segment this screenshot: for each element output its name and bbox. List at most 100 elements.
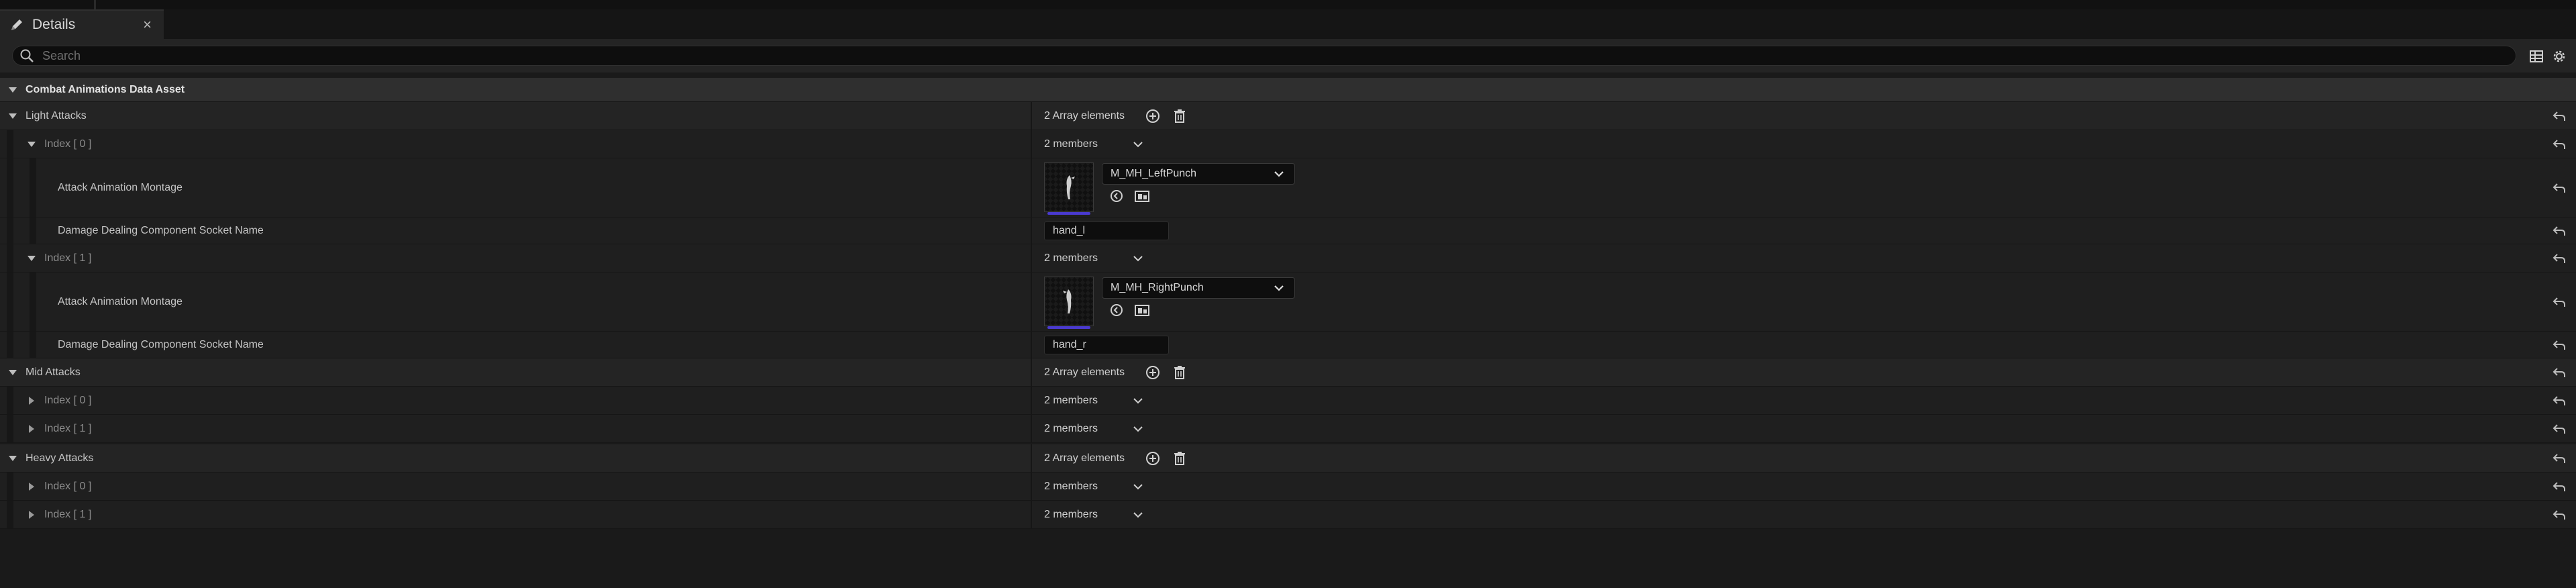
- search-bar: [0, 39, 2576, 72]
- asset-thumbnail[interactable]: [1044, 162, 1094, 215]
- members-count: 2 members: [1044, 252, 1098, 264]
- animation-figure-icon: [1066, 175, 1075, 199]
- socket-label: Damage Dealing Component Socket Name: [58, 224, 264, 236]
- chevron-down-icon[interactable]: [1133, 425, 1143, 433]
- expand-triangle-icon[interactable]: [27, 130, 36, 158]
- use-selected-button[interactable]: [1109, 302, 1125, 318]
- settings-button[interactable]: [2550, 47, 2569, 66]
- add-element-button[interactable]: [1145, 450, 1161, 467]
- clear-array-button[interactable]: [1172, 108, 1188, 124]
- clear-array-button[interactable]: [1172, 450, 1188, 467]
- use-selected-button[interactable]: [1109, 188, 1125, 204]
- reset-arrow-icon[interactable]: [2552, 415, 2567, 442]
- socket-row: Damage Dealing Component Socket Name han…: [0, 217, 2576, 244]
- top-strip: [0, 0, 2576, 9]
- reset-arrow-icon[interactable]: [2552, 473, 2567, 500]
- index-label: Index [ 0 ]: [44, 138, 92, 150]
- chevron-down-icon[interactable]: [1133, 511, 1143, 519]
- mid-index-1-row[interactable]: Index [ 1 ] 2 members: [0, 415, 2576, 443]
- heavy-attacks-row[interactable]: Heavy Attacks 2 Array elements: [0, 444, 2576, 473]
- category-header[interactable]: Combat Animations Data Asset: [0, 78, 2576, 102]
- column-divider: [1031, 244, 1032, 272]
- montage-row: Attack Animation Montage M_MH_LeftPunch: [0, 158, 2576, 217]
- socket-name-field[interactable]: hand_r: [1044, 336, 1169, 354]
- array-count: 2 Array elements: [1044, 366, 1125, 378]
- search-input[interactable]: [41, 48, 2459, 64]
- expand-triangle-icon[interactable]: [8, 444, 17, 472]
- trash-icon: [1174, 451, 1186, 465]
- asset-thumbnail[interactable]: [1044, 277, 1094, 329]
- indent-guide: [30, 158, 36, 217]
- socket-name-field[interactable]: hand_l: [1044, 222, 1169, 240]
- indent-guide: [7, 473, 13, 500]
- mid-index-0-row[interactable]: Index [ 0 ] 2 members: [0, 387, 2576, 415]
- indent-guide: [7, 501, 13, 528]
- expand-triangle-icon[interactable]: [8, 78, 17, 101]
- search-box[interactable]: [12, 46, 2516, 66]
- use-selected-icon: [1111, 304, 1123, 316]
- collapse-triangle-icon[interactable]: [27, 415, 36, 442]
- reset-arrow-icon[interactable]: [2552, 387, 2567, 414]
- reset-arrow-icon[interactable]: [2552, 130, 2567, 158]
- column-divider: [1031, 217, 1032, 244]
- reset-arrow-icon[interactable]: [2552, 273, 2567, 331]
- indent-guide: [30, 217, 36, 244]
- add-element-button[interactable]: [1145, 364, 1161, 381]
- montage-label: Attack Animation Montage: [58, 181, 183, 193]
- reset-arrow-icon[interactable]: [2552, 501, 2567, 528]
- index-label: Index [ 0 ]: [44, 394, 92, 406]
- asset-name: M_MH_RightPunch: [1111, 282, 1204, 293]
- column-divider: [1031, 273, 1032, 331]
- strip-notch: [94, 0, 96, 9]
- tab-details[interactable]: Details ×: [0, 9, 164, 39]
- add-element-button[interactable]: [1145, 108, 1161, 124]
- chevron-down-icon[interactable]: [1133, 254, 1143, 262]
- expand-triangle-icon[interactable]: [8, 102, 17, 130]
- asset-color-bar: [1047, 212, 1090, 215]
- browse-button[interactable]: [1134, 302, 1150, 318]
- browse-button[interactable]: [1134, 188, 1150, 204]
- mid-attacks-row[interactable]: Mid Attacks 2 Array elements: [0, 358, 2576, 387]
- reset-arrow-icon[interactable]: [2552, 244, 2567, 272]
- column-divider: [1031, 444, 1032, 472]
- collapse-triangle-icon[interactable]: [27, 501, 36, 528]
- reset-arrow-icon[interactable]: [2552, 358, 2567, 386]
- light-attacks-row[interactable]: Light Attacks 2 Array elements: [0, 102, 2576, 130]
- close-icon[interactable]: ×: [143, 16, 152, 34]
- asset-combo[interactable]: M_MH_RightPunch: [1102, 277, 1295, 299]
- reset-arrow-icon[interactable]: [2552, 444, 2567, 472]
- indent-guide: [30, 332, 36, 358]
- clear-array-button[interactable]: [1172, 364, 1188, 381]
- column-divider: [1031, 415, 1032, 442]
- reset-arrow-icon[interactable]: [2552, 158, 2567, 217]
- light-index-1-row[interactable]: Index [ 1 ] 2 members: [0, 244, 2576, 273]
- members-count: 2 members: [1044, 138, 1098, 150]
- light-index-0-row[interactable]: Index [ 0 ] 2 members: [0, 130, 2576, 158]
- chevron-down-icon[interactable]: [1133, 483, 1143, 491]
- index-label: Index [ 0 ]: [44, 480, 92, 492]
- column-divider: [1031, 130, 1032, 158]
- montage-row: Attack Animation Montage M_MH_RightPunch: [0, 273, 2576, 332]
- chevron-down-icon[interactable]: [1133, 140, 1143, 148]
- chevron-down-icon[interactable]: [1133, 397, 1143, 405]
- table-view-button[interactable]: [2527, 47, 2546, 66]
- table-view-icon: [2530, 50, 2543, 62]
- heavy-index-1-row[interactable]: Index [ 1 ] 2 members: [0, 501, 2576, 529]
- index-label: Index [ 1 ]: [44, 252, 92, 264]
- reset-arrow-icon[interactable]: [2552, 332, 2567, 358]
- indent-guide: [7, 130, 13, 158]
- asset-name: M_MH_LeftPunch: [1111, 168, 1197, 179]
- collapse-triangle-icon[interactable]: [27, 387, 36, 414]
- collapse-triangle-icon[interactable]: [27, 473, 36, 500]
- reset-arrow-icon[interactable]: [2552, 102, 2567, 130]
- column-divider: [1031, 358, 1032, 386]
- montage-label: Attack Animation Montage: [58, 295, 183, 307]
- mid-attacks-label: Mid Attacks: [25, 366, 81, 378]
- asset-combo[interactable]: M_MH_LeftPunch: [1102, 163, 1295, 185]
- trash-icon: [1174, 109, 1186, 123]
- use-selected-icon: [1111, 190, 1123, 202]
- reset-arrow-icon[interactable]: [2552, 217, 2567, 244]
- heavy-index-0-row[interactable]: Index [ 0 ] 2 members: [0, 473, 2576, 501]
- expand-triangle-icon[interactable]: [27, 244, 36, 272]
- expand-triangle-icon[interactable]: [8, 358, 17, 386]
